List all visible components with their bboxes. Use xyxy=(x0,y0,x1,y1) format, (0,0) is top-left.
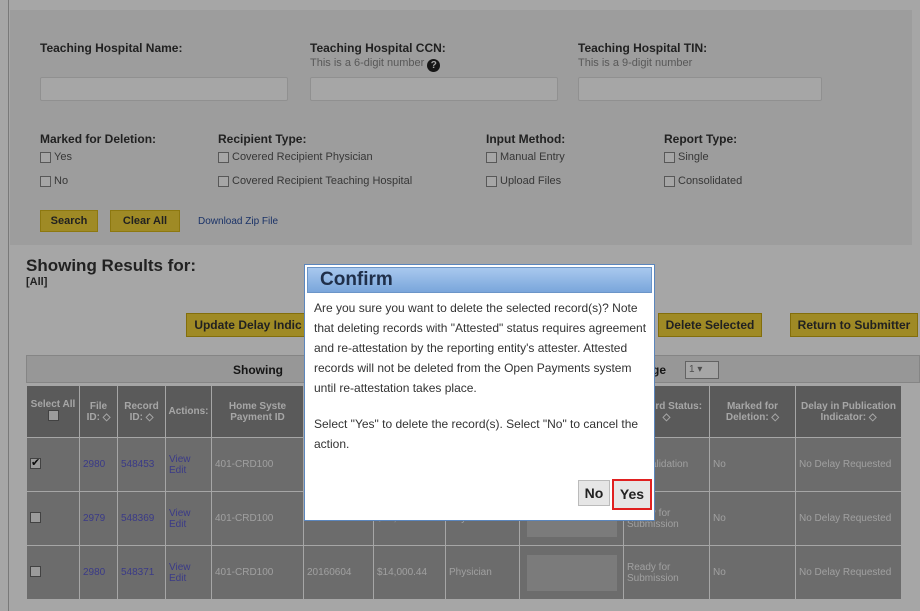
dialog-message: Are you sure you want to delete the sele… xyxy=(314,301,647,395)
dialog-instruction: Select "Yes" to delete the record(s). Se… xyxy=(314,417,639,451)
dialog-body: Are you sure you want to delete the sele… xyxy=(314,298,650,470)
yes-button[interactable]: Yes xyxy=(612,479,652,510)
dialog-title: Confirm xyxy=(307,267,652,293)
confirm-dialog: Confirm Are you sure you want to delete … xyxy=(304,264,655,521)
no-button[interactable]: No xyxy=(578,480,610,506)
